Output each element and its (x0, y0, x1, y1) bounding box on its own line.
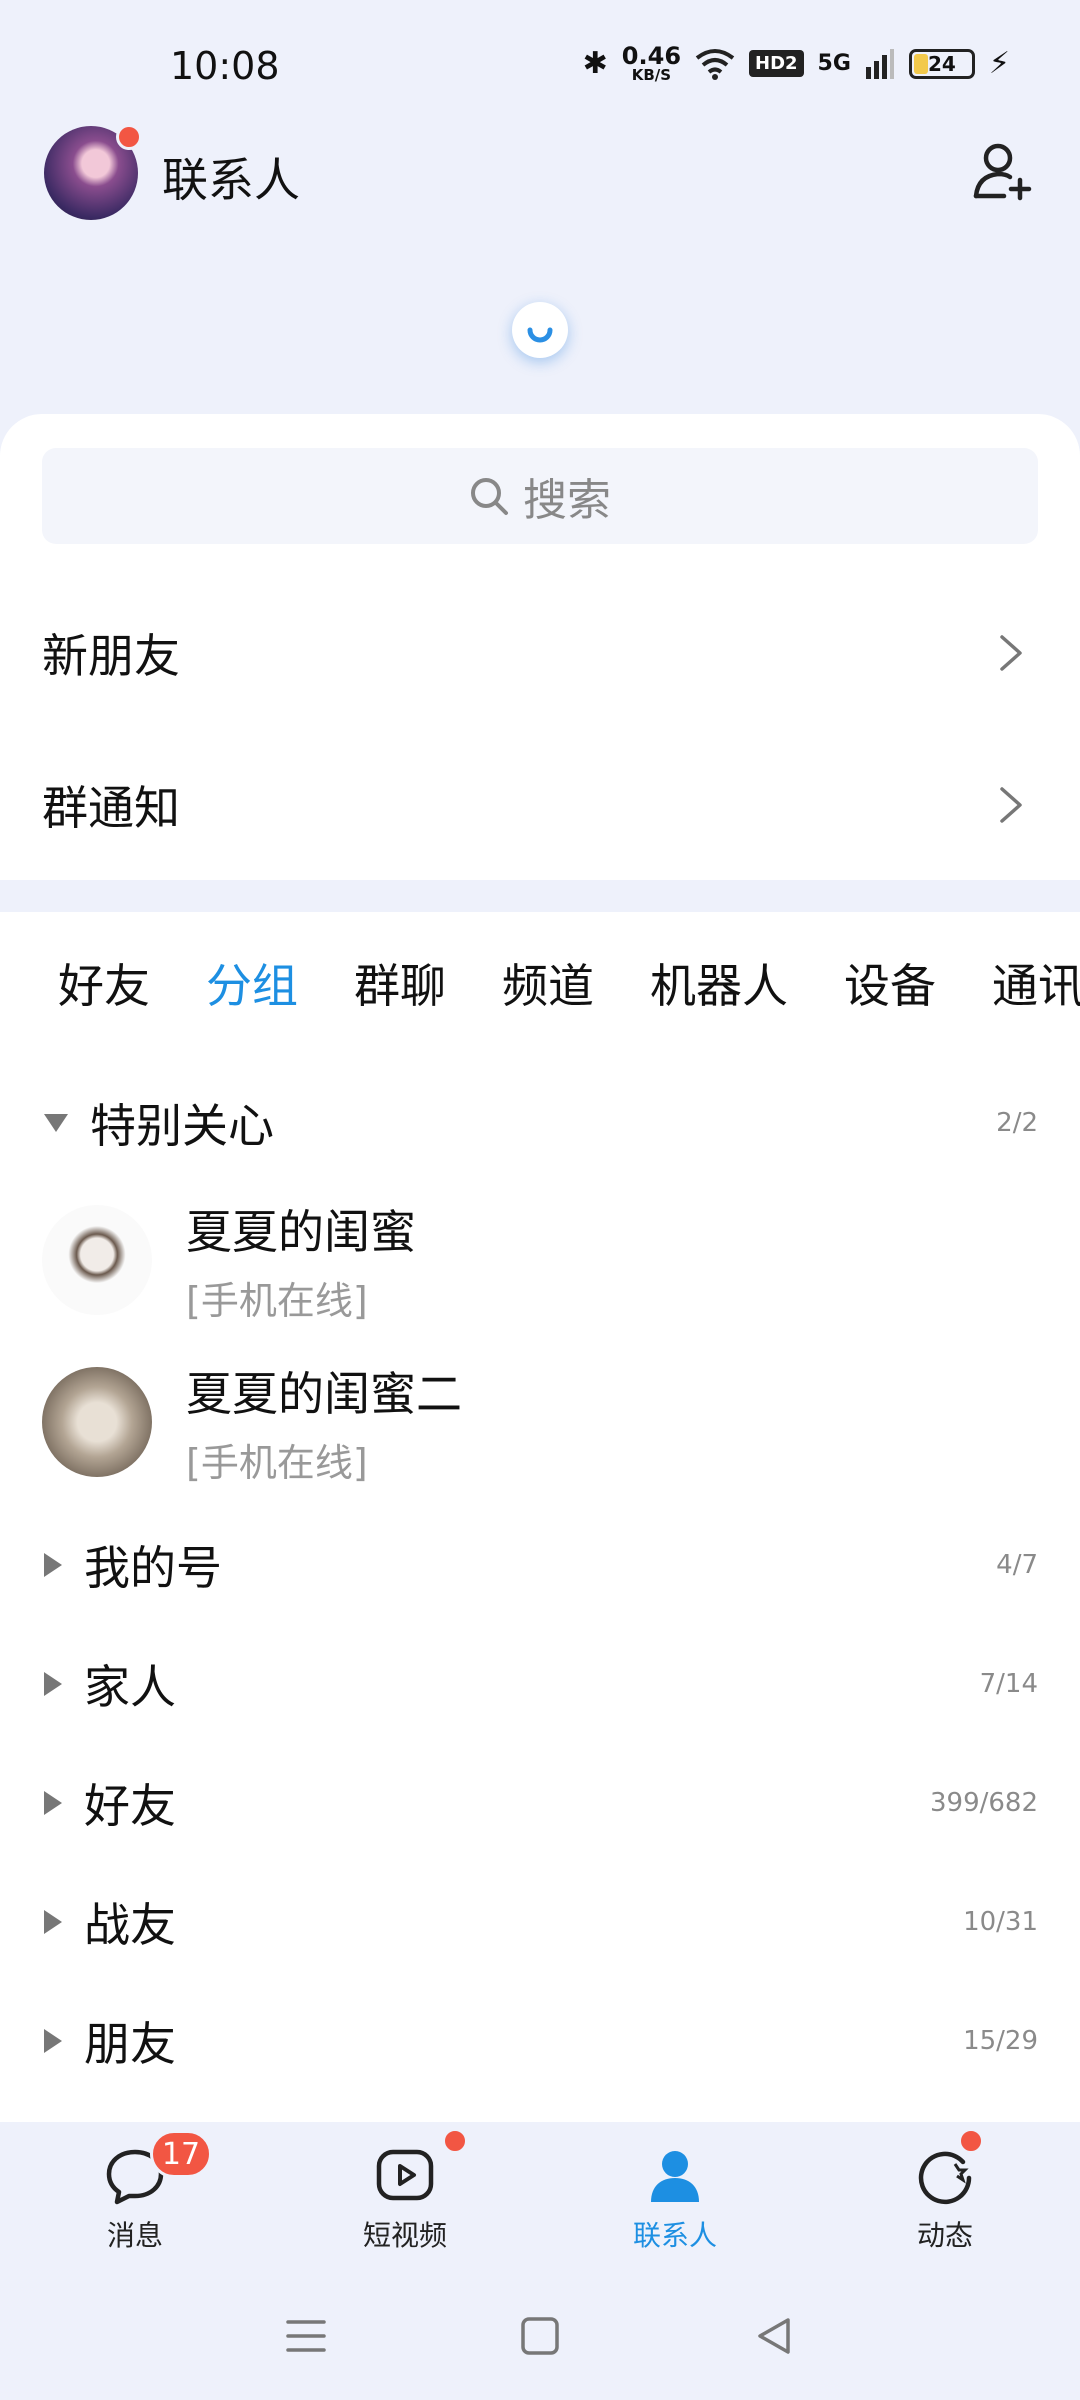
contact-tabs: 好友 分组 群聊 频道 机器人 设备 通讯录 (0, 950, 1080, 1030)
triangle-right-icon (44, 1553, 62, 1577)
battery-icon: 24 (908, 48, 975, 79)
wifi-icon (695, 48, 735, 80)
tab-address-book[interactable]: 通讯录 (964, 950, 1080, 1030)
new-friends-row[interactable]: 新朋友 (0, 578, 1080, 728)
group-name: 好友 (84, 1779, 176, 1833)
system-nav-bar (0, 2272, 1080, 2400)
charging-icon: ⚡ (988, 46, 1010, 81)
group-name: 特别关心 (90, 1099, 274, 1153)
unread-badge: 17 (150, 2130, 212, 2178)
group-my-accounts[interactable]: 我的号 4/7 (0, 1510, 1080, 1620)
contact-name: 夏夏的闺蜜 (186, 1204, 416, 1259)
nav-label: 动态 (916, 2219, 973, 2252)
net-speed-unit: KB/S (631, 66, 672, 84)
group-count: 10/31 (963, 1907, 1038, 1937)
tab-robots[interactable]: 机器人 (622, 950, 816, 1030)
group-notice-row[interactable]: 群通知 (0, 730, 1080, 880)
contact-status: [手机在线] (186, 1278, 368, 1323)
group-count: 7/14 (979, 1669, 1038, 1699)
group-comrades[interactable]: 战友 10/31 (0, 1867, 1080, 1977)
nav-contacts[interactable]: 联系人 (540, 2122, 810, 2272)
bottom-nav: 消息 17 短视频 联系人 动态 (0, 2122, 1080, 2272)
hd-icon: HD2 (749, 50, 804, 77)
tab-friends[interactable]: 好友 (0, 950, 178, 1030)
status-time: 10:08 (170, 44, 280, 88)
group-count: 15/29 (963, 2026, 1038, 2056)
contact-avatar (42, 1367, 152, 1477)
add-contact-icon[interactable] (972, 140, 1034, 202)
signal-bars-icon (865, 48, 894, 79)
nav-label: 短视频 (362, 2219, 447, 2252)
net-speed-value: 0.46 (621, 42, 682, 70)
notification-dot (442, 2128, 468, 2154)
spinner-icon (527, 327, 553, 343)
new-friends-label: 新朋友 (42, 629, 180, 683)
nav-moments[interactable]: 动态 (810, 2122, 1080, 2272)
contact-status: [手机在线] (186, 1440, 368, 1485)
contacts-icon (651, 2151, 699, 2202)
group-family[interactable]: 家人 7/14 (0, 1629, 1080, 1739)
refresh-spinner (512, 302, 568, 358)
net-speed: 0.46 KB/S (622, 44, 681, 83)
signal-icon: 5G (817, 51, 851, 76)
group-name: 战友 (84, 1898, 176, 1952)
section-divider (0, 880, 1080, 912)
search-placeholder: 搜索 (523, 475, 611, 526)
group-count: 4/7 (996, 1550, 1038, 1580)
contact-item[interactable]: 夏夏的闺蜜 [手机在线] (0, 1180, 1080, 1340)
nav-short-video[interactable]: 短视频 (270, 2122, 540, 2272)
search-icon (471, 478, 508, 515)
contact-avatar (42, 1205, 152, 1315)
nav-label: 联系人 (632, 2219, 717, 2252)
tab-group-chats[interactable]: 群聊 (326, 950, 474, 1030)
group-notice-label: 群通知 (42, 781, 180, 835)
contact-name: 夏夏的闺蜜二 (186, 1366, 462, 1421)
group-count: 2/2 (996, 1108, 1038, 1138)
group-name: 朋友 (84, 2017, 176, 2071)
group-count: 399/682 (929, 1788, 1038, 1818)
nav-label: 消息 (106, 2219, 163, 2252)
home-icon[interactable] (518, 2314, 562, 2358)
group-special-care[interactable]: 特别关心 2/2 (0, 1068, 1080, 1178)
triangle-down-icon (44, 1114, 68, 1132)
triangle-right-icon (44, 2029, 62, 2053)
notification-dot (958, 2128, 984, 2154)
group-pals[interactable]: 朋友 15/29 (0, 1986, 1080, 2096)
bluetooth-icon: ✱ (582, 46, 608, 81)
back-icon[interactable] (752, 2314, 796, 2358)
tab-devices[interactable]: 设备 (816, 950, 964, 1030)
group-name: 我的号 (84, 1541, 222, 1595)
tab-channels[interactable]: 频道 (474, 950, 622, 1030)
menu-icon[interactable] (284, 2314, 328, 2358)
avatar-notification-dot (116, 124, 142, 150)
group-name: 家人 (84, 1660, 176, 1714)
video-icon (376, 2149, 434, 2201)
page-title: 联系人 (162, 153, 300, 207)
chevron-right-icon (1000, 635, 1022, 671)
chevron-right-icon (1000, 787, 1022, 823)
search-input[interactable]: 搜索 (42, 448, 1038, 544)
nav-messages[interactable]: 消息 17 (0, 2122, 270, 2272)
contact-item[interactable]: 夏夏的闺蜜二 [手机在线] (0, 1342, 1080, 1502)
group-friends[interactable]: 好友 399/682 (0, 1748, 1080, 1858)
tab-groups[interactable]: 分组 (178, 950, 326, 1030)
triangle-right-icon (44, 1672, 62, 1696)
triangle-right-icon (44, 1910, 62, 1934)
triangle-right-icon (44, 1791, 62, 1815)
status-icons: ✱ 0.46 KB/S HD2 5G 24 ⚡ (583, 44, 1010, 83)
